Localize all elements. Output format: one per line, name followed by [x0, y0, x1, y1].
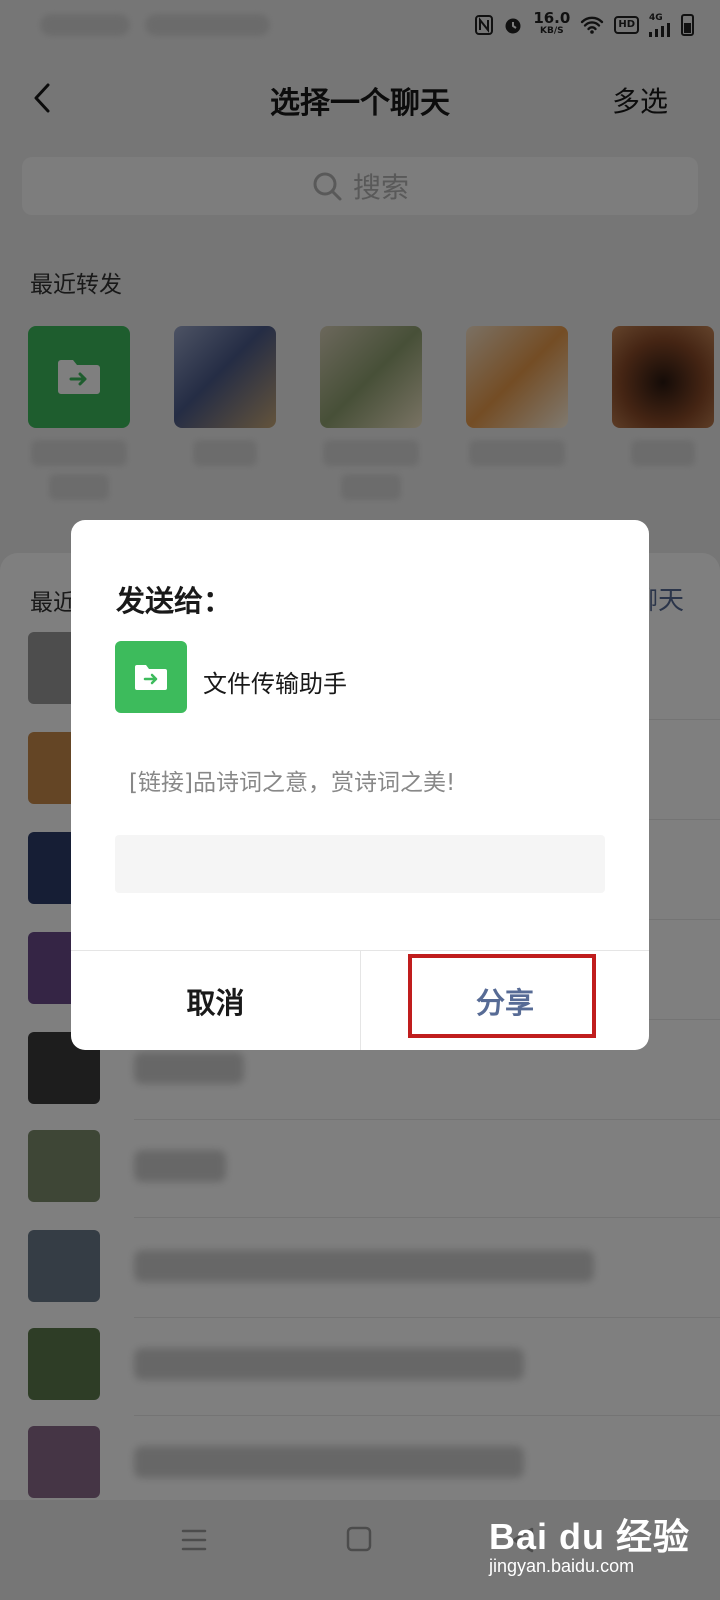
recipient-name: 文件传输助手: [203, 670, 347, 698]
folder-icon: [135, 665, 167, 690]
recipient-avatar: [115, 641, 187, 713]
message-input[interactable]: [115, 835, 605, 893]
watermark-brand: Bai du 经验: [488, 1516, 690, 1557]
share-highlight-box: [408, 954, 596, 1038]
baidu-jingyan-watermark: Bai du 经验 jingyan.baidu.com: [489, 1508, 690, 1577]
message-preview: [链接]品诗词之意，赏诗词之美!: [129, 770, 456, 796]
dialog-title: 发送给：: [116, 584, 233, 618]
cancel-button[interactable]: 取消: [71, 951, 360, 1050]
